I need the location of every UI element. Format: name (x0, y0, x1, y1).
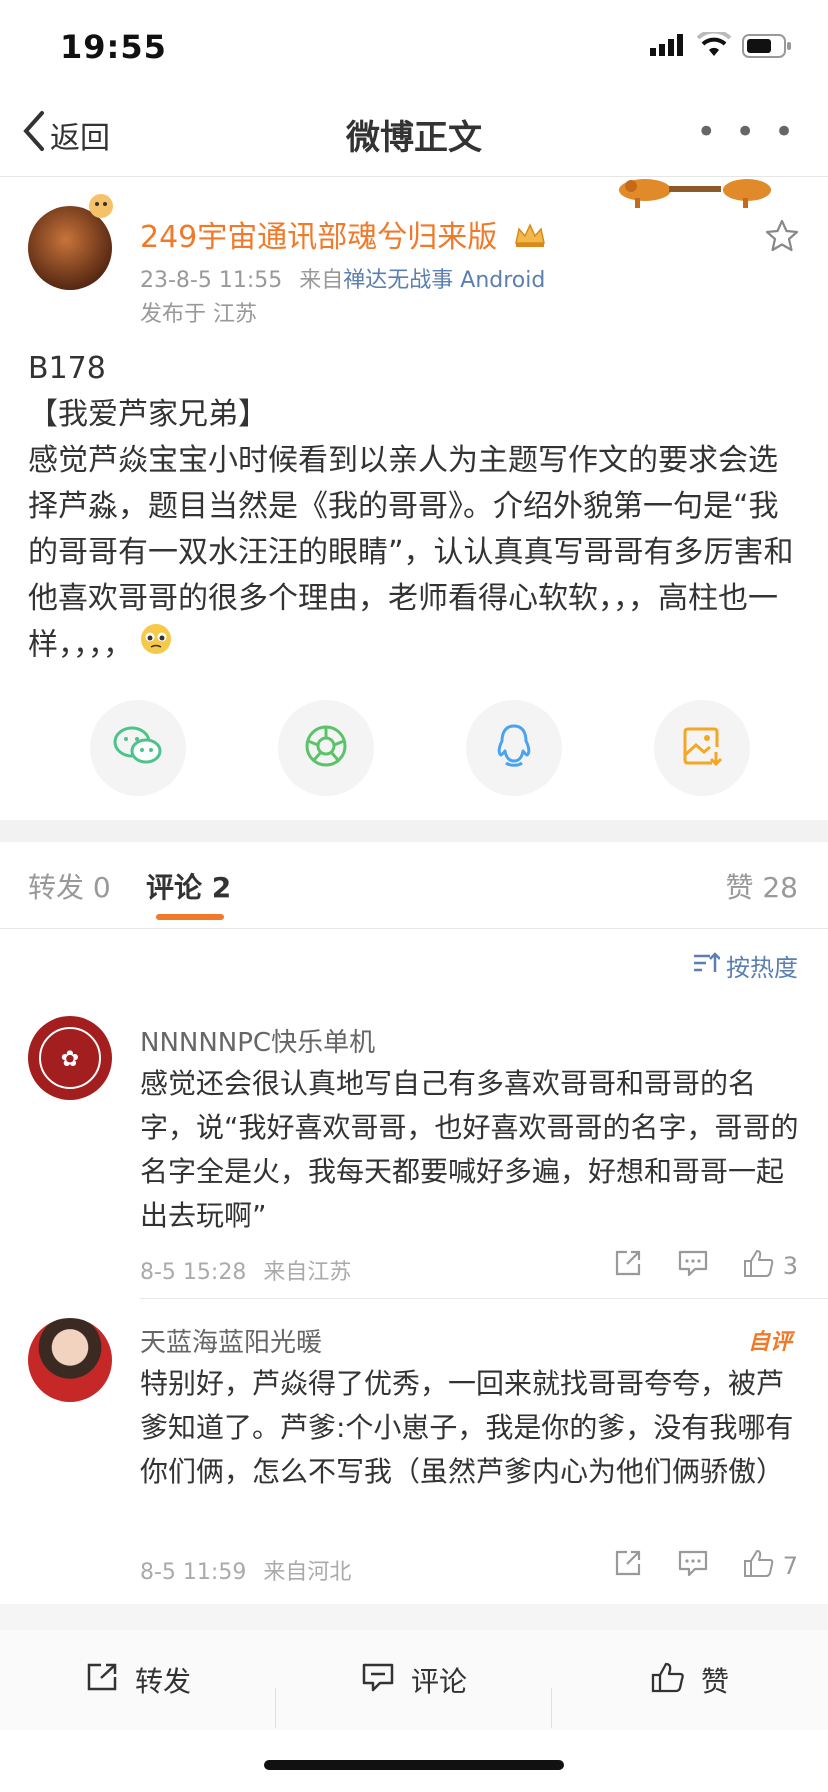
tabs-divider (0, 928, 828, 929)
share-wechat-button[interactable] (90, 700, 186, 796)
tab-active-indicator (156, 914, 224, 920)
commenter-avatar[interactable]: ✿ (28, 1016, 112, 1100)
share-qq-button[interactable] (466, 700, 562, 796)
dog-sticker-icon (615, 176, 775, 214)
cellular-signal-icon (650, 34, 686, 60)
comment-actions: 3 (613, 1248, 798, 1284)
favorite-star-icon[interactable] (764, 218, 800, 258)
comment-time: 8-5 15:28 (140, 1260, 247, 1285)
qq-icon (494, 723, 534, 773)
sort-by-hot-button[interactable]: 按热度 (692, 948, 798, 983)
avatar-sticker-icon (84, 188, 118, 226)
post-content: B178 【我爱芦家兄弟】 感觉芦焱宝宝小时候看到以亲人为主题写作文的要求会选择… (28, 346, 798, 670)
comment-actions: 7 (613, 1548, 798, 1584)
svg-text:✿: ✿ (61, 1047, 79, 1072)
comment-button[interactable]: 评论 (276, 1660, 552, 1728)
repost-label: 转发 (134, 1665, 191, 1698)
post-meta: 23-8-5 11:55 来自禅达无战事 Android (140, 262, 545, 294)
save-image-button[interactable] (654, 700, 750, 796)
more-button[interactable]: • • • (696, 112, 798, 152)
wechat-icon (112, 724, 164, 772)
share-moments-button[interactable] (278, 700, 374, 796)
tab-comment[interactable]: 评论 2 (146, 866, 231, 906)
post-source-link[interactable]: 禅达无战事 Android (343, 268, 545, 293)
home-indicator (264, 1760, 564, 1770)
source-prefix: 来自 (299, 268, 344, 293)
bottom-gap (0, 1604, 828, 1630)
comment-share-icon[interactable] (613, 1548, 643, 1584)
post-location: 发布于 江苏 (140, 302, 257, 327)
comment-icon (361, 1661, 395, 1700)
self-comment-badge: 自评 (747, 1330, 792, 1355)
save-image-icon (682, 725, 723, 771)
like-label: 赞 (700, 1665, 729, 1698)
comment-text: 感觉还会很认真地写自己有多喜欢哥哥和哥哥的名字，说“我好喜欢哥哥，也好喜欢哥哥的… (140, 1067, 799, 1232)
repost-icon (85, 1661, 119, 1700)
thumbs-up-icon (651, 1661, 685, 1700)
section-gap (0, 820, 828, 842)
sort-icon (692, 951, 721, 981)
thumbs-up-icon (743, 1548, 775, 1584)
comment-like-button[interactable]: 3 (743, 1248, 798, 1284)
comment-divider (140, 1298, 828, 1299)
comment-reply-icon[interactable] (677, 1548, 709, 1584)
comment-meta: 8-5 15:28 来自江苏 (140, 1254, 351, 1286)
comment-label: 评论 (410, 1665, 467, 1698)
comment-share-icon[interactable] (613, 1248, 643, 1284)
comment-like-count: 3 (782, 1252, 798, 1280)
comment-like-button[interactable]: 7 (743, 1548, 798, 1584)
comment-like-count: 7 (782, 1552, 798, 1580)
thumbs-up-icon (743, 1248, 775, 1284)
repost-button[interactable]: 转发 (0, 1660, 276, 1728)
status-time: 19:55 (60, 28, 167, 66)
commenter-name[interactable]: NNNNNPC快乐单机 (140, 1022, 375, 1059)
comment-location: 来自江苏 (263, 1260, 352, 1285)
tab-repost[interactable]: 转发 0 (28, 866, 111, 906)
comment-text: 特别好，芦焱得了优秀，一回来就找哥哥夸夸，被芦爹知道了。芦爹:个小崽子，我是你的… (140, 1367, 794, 1488)
comment-reply-icon[interactable] (677, 1248, 709, 1284)
comment-meta: 8-5 11:59 来自河北 (140, 1554, 351, 1586)
commenter-avatar[interactable] (28, 1318, 112, 1402)
battery-icon (742, 34, 792, 62)
share-row (90, 700, 750, 796)
post-date: 23-8-5 11:55 (140, 268, 283, 293)
tab-like[interactable]: 赞 28 (725, 866, 798, 906)
crown-badge-icon (513, 221, 547, 257)
pleading-face-emoji-icon (139, 622, 173, 670)
bottom-toolbar: 转发 评论 赞 (0, 1630, 828, 1730)
comment-time: 8-5 11:59 (140, 1560, 247, 1585)
author-name[interactable]: 249宇宙通讯部魂兮归来版 (140, 212, 547, 257)
wifi-icon (696, 29, 732, 62)
like-button[interactable]: 赞 (552, 1660, 828, 1700)
comment-location: 来自河北 (263, 1560, 352, 1585)
moments-icon (303, 723, 349, 773)
commenter-name[interactable]: 天蓝海蓝阳光暖 (140, 1322, 322, 1359)
sort-label: 按热度 (726, 954, 798, 982)
